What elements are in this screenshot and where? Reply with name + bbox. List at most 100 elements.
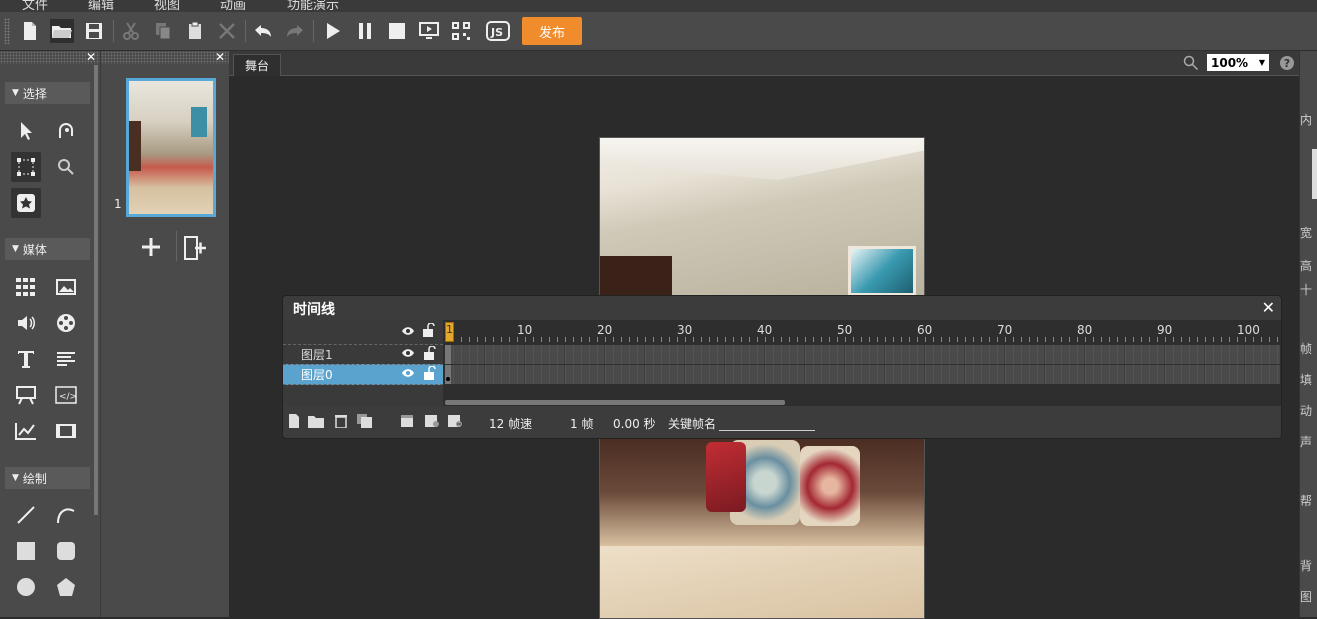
tools-scrollbar[interactable] [94, 65, 98, 515]
page-thumbnail[interactable] [126, 78, 216, 217]
publish-button[interactable]: 发布 [522, 17, 582, 45]
frames-area[interactable]: 1 10 20 30 40 50 60 70 80 90 100 [445, 320, 1281, 406]
menu-animation[interactable]: 动画 [220, 0, 246, 12]
pages-panel-grip[interactable] [101, 51, 229, 64]
trash-icon[interactable] [334, 414, 348, 429]
transform-icon[interactable] [11, 152, 41, 182]
menu-edit[interactable]: 编辑 [88, 0, 114, 12]
new-layer-icon[interactable] [287, 414, 301, 428]
image-icon[interactable] [51, 272, 81, 302]
circle-icon[interactable] [11, 572, 41, 602]
frame-ruler[interactable]: 1 10 20 30 40 50 60 70 80 90 100 [445, 320, 1281, 344]
prop-label: 图 [1300, 590, 1313, 604]
audio-icon[interactable] [11, 308, 41, 338]
timeline-body: 图层1 图层0 1 10 20 30 40 50 60 70 80 90 100 [283, 320, 1281, 406]
add-page-icon[interactable] [139, 235, 163, 259]
lasso-icon[interactable] [51, 116, 81, 146]
menu-file[interactable]: 文件 [22, 0, 48, 12]
zoom-icon[interactable] [51, 152, 81, 182]
folder-icon[interactable] [308, 414, 324, 428]
section-select[interactable]: ▼ 选择 [5, 82, 90, 104]
ceiling [600, 138, 924, 180]
close-icon[interactable]: ✕ [1262, 298, 1275, 317]
keyframe-name-input[interactable] [719, 430, 815, 431]
tab-stage[interactable]: 舞台 [233, 54, 281, 76]
layer-row[interactable]: 图层1 [283, 344, 443, 365]
help-icon[interactable]: ? [1280, 56, 1294, 70]
curve-icon[interactable] [51, 500, 81, 530]
layer-row-selected[interactable]: 图层0 [283, 364, 443, 385]
section-select-label: 选择 [22, 86, 47, 101]
svg-text:JS: JS [490, 26, 503, 39]
ruler-number: 1 [446, 323, 453, 336]
eye-icon[interactable] [401, 368, 415, 381]
grid-icon[interactable] [11, 272, 41, 302]
new-file-icon[interactable] [18, 19, 42, 43]
zoom-value: 100% [1211, 55, 1249, 70]
stop-icon[interactable] [385, 19, 409, 43]
paste-icon[interactable] [183, 19, 207, 43]
fps-text: 12 帧速 [489, 417, 533, 431]
search-icon[interactable] [1183, 55, 1199, 71]
rect-icon[interactable] [11, 536, 41, 566]
paragraph-icon[interactable] [51, 344, 81, 374]
redo-icon[interactable] [283, 19, 307, 43]
keyframe[interactable] [445, 365, 451, 384]
cut-icon[interactable] [119, 19, 143, 43]
close-icon[interactable]: ✕ [86, 50, 96, 64]
ruler-number: 90 [1157, 323, 1173, 337]
prop-swatch[interactable] [1312, 149, 1317, 199]
copy-layer-icon[interactable] [357, 414, 372, 428]
ruler-number: 10 [517, 323, 533, 337]
menu-demo[interactable]: 功能演示 [287, 0, 339, 12]
tools-panel: ✕ ▼ 选择 ▼ 媒体 </> ▼ 绘制 [0, 50, 100, 617]
insert-frame-icon[interactable] [400, 414, 414, 428]
video-icon[interactable] [51, 308, 81, 338]
unlock-icon[interactable] [423, 365, 437, 383]
open-folder-icon[interactable] [50, 19, 74, 43]
film-icon[interactable] [51, 416, 81, 446]
save-icon[interactable] [82, 19, 106, 43]
lock-icon[interactable] [422, 322, 436, 340]
frame-row[interactable] [445, 345, 1280, 364]
delete-icon[interactable] [215, 19, 239, 43]
add-page-copy-icon[interactable] [182, 235, 208, 261]
undo-icon[interactable] [251, 19, 275, 43]
board-icon[interactable] [11, 380, 41, 410]
select-arrow-icon[interactable] [11, 116, 41, 146]
chevron-down-icon: ▼ [1258, 58, 1265, 67]
triangle-down-icon: ▼ [12, 88, 19, 98]
text-icon[interactable] [11, 344, 41, 374]
chart-icon[interactable] [11, 416, 41, 446]
qrcode-icon[interactable] [449, 19, 473, 43]
keyframe[interactable] [445, 345, 451, 364]
close-icon[interactable]: ✕ [215, 50, 225, 64]
copy-icon[interactable] [151, 19, 175, 43]
sofa-image [600, 438, 924, 618]
js-icon[interactable]: JS [486, 19, 510, 43]
panel-grip[interactable] [0, 51, 100, 64]
timeline-scrollbar[interactable] [445, 400, 785, 405]
symbol-icon[interactable] [11, 188, 41, 218]
play-icon[interactable] [321, 19, 345, 43]
section-draw[interactable]: ▼ 绘制 [5, 467, 90, 489]
sofa-seat [600, 546, 924, 618]
zoom-select[interactable]: 100% ▼ [1207, 54, 1269, 71]
unlock-icon[interactable] [423, 345, 437, 363]
line-icon[interactable] [11, 500, 41, 530]
eye-icon[interactable] [401, 325, 415, 339]
preview-icon[interactable] [417, 19, 441, 43]
menu-view[interactable]: 视图 [154, 0, 180, 12]
wall-painting [848, 246, 916, 296]
delete-frame-icon[interactable] [447, 414, 462, 428]
prop-label: 高 [1300, 259, 1313, 273]
toolbar-grip[interactable] [4, 18, 10, 44]
polygon-icon[interactable] [51, 572, 81, 602]
section-media[interactable]: ▼ 媒体 [5, 238, 90, 260]
eye-icon[interactable] [401, 348, 415, 361]
rounded-rect-icon[interactable] [51, 536, 81, 566]
insert-keyframe-icon[interactable] [424, 414, 439, 428]
frame-row[interactable] [445, 365, 1280, 384]
pause-icon[interactable] [353, 19, 377, 43]
code-icon[interactable]: </> [51, 380, 81, 410]
